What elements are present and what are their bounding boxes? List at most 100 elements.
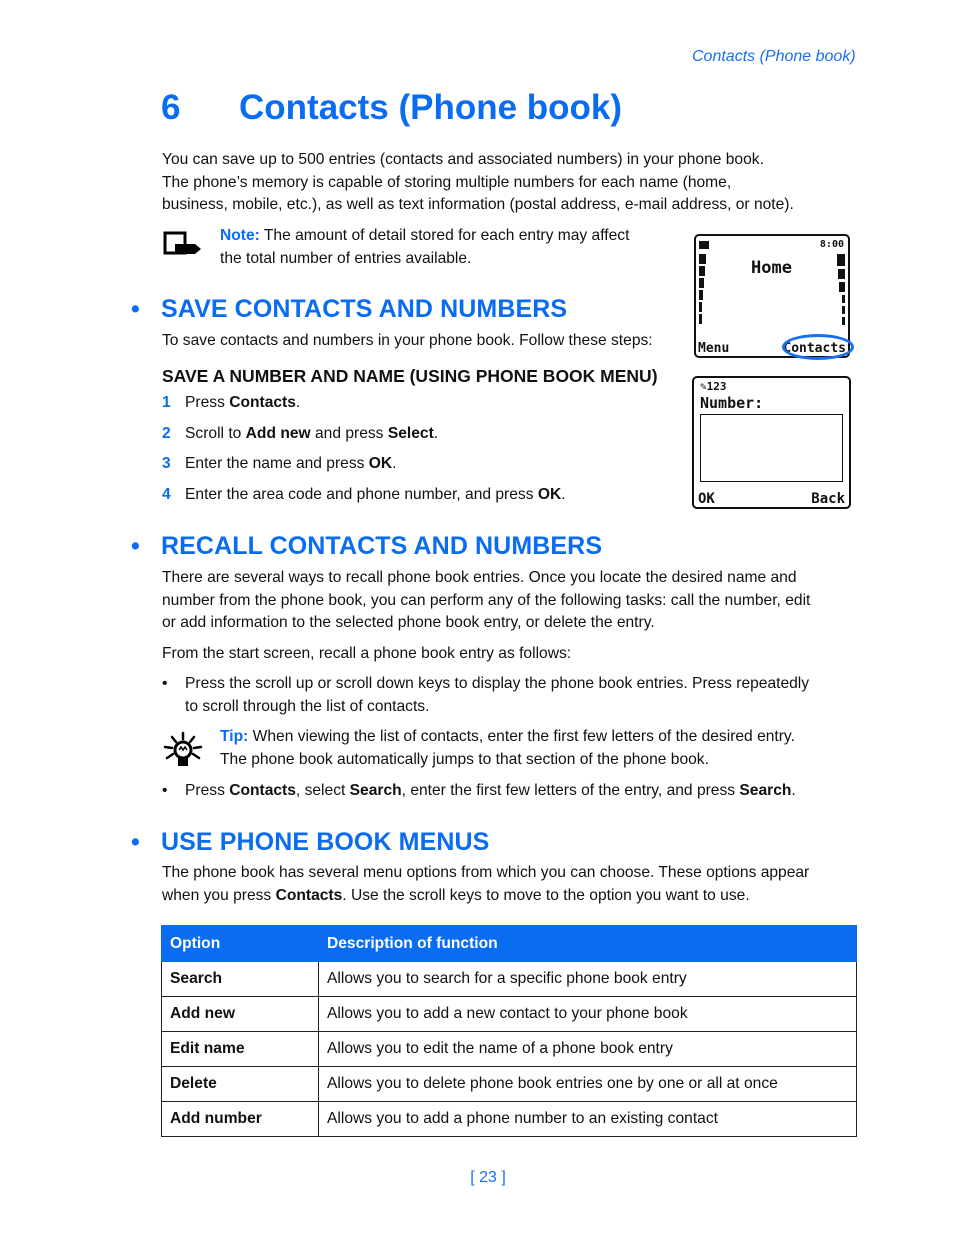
bold-term: Contacts — [229, 782, 296, 799]
text-run: . — [295, 394, 301, 411]
text-run: Press — [185, 394, 230, 411]
back-softkey[interactable]: Back — [811, 491, 845, 507]
phone-screen-number: ✎123 Number: OK Back — [692, 376, 851, 509]
battery-bar — [842, 317, 845, 325]
table-row: Search Allows you to search for a specifi… — [161, 961, 857, 997]
bullet-dot: • — [162, 782, 168, 799]
option-cell: Add number — [161, 1101, 319, 1137]
paragraph-line: The phone book has several menu options … — [162, 862, 862, 885]
note-label: Note: — [220, 227, 260, 244]
step-text: Press Contacts. — [185, 392, 300, 415]
option-cell: Delete — [161, 1066, 319, 1102]
section-heading-save: • SAVE CONTACTS AND NUMBERS — [131, 295, 568, 324]
lightbulb-icon — [163, 731, 203, 766]
chapter-number: 6 — [161, 88, 181, 127]
header-option: Option — [161, 925, 319, 962]
bold-term: Search — [739, 782, 792, 799]
battery-bar — [838, 269, 845, 279]
number-label: Number: — [700, 394, 764, 412]
note-text: Note: The amount of detail stored for ea… — [220, 225, 670, 270]
signal-bar — [699, 254, 706, 264]
battery-bar — [837, 254, 845, 266]
description-cell: Allows you to delete phone book entries … — [318, 1066, 857, 1102]
menus-paragraph: The phone book has several menu options … — [162, 862, 862, 907]
ok-softkey[interactable]: OK — [698, 491, 715, 507]
clock: 8:00 — [819, 239, 844, 250]
bold-term: Search — [349, 782, 402, 799]
save-intro: To save contacts and numbers in your pho… — [162, 332, 653, 349]
signal-bar — [699, 266, 705, 276]
bullet-line: to scroll through the list of contacts. — [185, 697, 430, 715]
header-description: Description of function — [318, 925, 857, 962]
bold-term: Contacts — [275, 886, 343, 904]
text-run: when you press — [162, 886, 276, 904]
table-header-row: Option Description of function — [161, 925, 857, 962]
description-cell: Allows you to edit the name of a phone b… — [318, 1031, 857, 1067]
step-number: 1 — [162, 394, 171, 411]
section-heading-menus: • USE PHONE BOOK MENUS — [131, 828, 489, 857]
paragraph-line: or add information to the selected phone… — [162, 614, 655, 631]
screen-title: Home — [751, 258, 792, 278]
step-number: 4 — [162, 485, 171, 503]
tip-text: Tip: When viewing the list of contacts, … — [220, 726, 870, 771]
text-run: . — [433, 424, 439, 442]
battery-bar — [842, 306, 845, 314]
tip-label: Tip: — [220, 728, 249, 745]
left-softkey[interactable]: Menu — [698, 341, 729, 356]
text-run: and press — [310, 424, 388, 442]
step-text: Enter the name and press OK. — [185, 453, 397, 476]
running-head: Contacts (Phone book) — [692, 48, 856, 65]
heading-text: RECALL CONTACTS AND NUMBERS — [161, 532, 603, 560]
bullet-line: Press Contacts, select Search, enter the… — [185, 780, 796, 803]
step-number: 2 — [162, 424, 171, 442]
bold-term: Contacts — [229, 394, 296, 411]
table-row: Add number Allows you to add a phone numb… — [161, 1101, 857, 1137]
paragraph-line: There are several ways to recall phone b… — [162, 569, 797, 586]
page-number: [ 23 ] — [470, 1169, 506, 1186]
table-row: Edit name Allows you to edit the name of … — [161, 1031, 857, 1067]
battery-bar — [839, 282, 845, 292]
step-number: 3 — [162, 455, 171, 472]
input-mode-indicator: ✎123 — [700, 380, 727, 393]
bold-term: OK — [537, 485, 562, 503]
options-table: Option Description of function Search All… — [161, 925, 857, 1137]
heading-bullet: • — [131, 532, 140, 560]
chapter-title: 6 Contacts (Phone book) — [161, 88, 622, 128]
text-run: The phone book has several menu options … — [162, 864, 810, 881]
text-run: Scroll to — [185, 424, 246, 442]
description-cell: Allows you to add a new contact to your … — [318, 996, 857, 1032]
signal-bar — [699, 302, 702, 312]
number-input[interactable] — [700, 414, 843, 482]
text-run: Enter the area code and phone number, an… — [185, 485, 538, 503]
recall-paragraph: There are several ways to recall phone b… — [162, 567, 862, 635]
option-cell: Search — [161, 961, 319, 997]
option-cell: Edit name — [161, 1031, 319, 1067]
highlight-circle — [782, 334, 854, 360]
text-run: , select — [295, 782, 350, 799]
heading-text: SAVE CONTACTS AND NUMBERS — [161, 295, 568, 323]
text-run: . — [791, 782, 796, 799]
bullet-line: Press the scroll up or scroll down keys … — [185, 675, 810, 692]
tip-line: The phone book automatically jumps to th… — [220, 750, 709, 768]
paragraph-line: when you press Contacts. Use the scroll … — [162, 885, 862, 908]
table-row: Add new Allows you to add a new contact t… — [161, 996, 857, 1032]
description-cell: Allows you to search for a specific phon… — [318, 961, 857, 997]
signal-bar — [699, 314, 702, 324]
paragraph-line: number from the phone book, you can perf… — [162, 591, 811, 609]
section-heading-recall: • RECALL CONTACTS AND NUMBERS — [131, 532, 603, 561]
text-run: , enter the first few letters of the ent… — [401, 782, 740, 799]
bold-term: Add new — [245, 424, 311, 442]
heading-bullet: • — [131, 295, 140, 323]
intro-line: You can save up to 500 entries (contacts… — [162, 151, 764, 168]
bold-term: Select — [387, 424, 434, 442]
battery-bar — [842, 295, 845, 303]
intro-line: The phone’s memory is capable of storing… — [162, 173, 732, 191]
note-icon — [163, 231, 201, 255]
note-line: The amount of detail stored for each ent… — [259, 227, 630, 244]
heading-bullet: • — [131, 828, 140, 856]
table-row: Delete Allows you to delete phone book en… — [161, 1066, 857, 1102]
bullet-dot: • — [162, 675, 168, 692]
note-line: the total number of entries available. — [220, 249, 472, 267]
phone-screen-home: 8:00 Home Menu Contacts — [694, 234, 854, 360]
chapter-title-text: Contacts (Phone book) — [239, 88, 623, 127]
